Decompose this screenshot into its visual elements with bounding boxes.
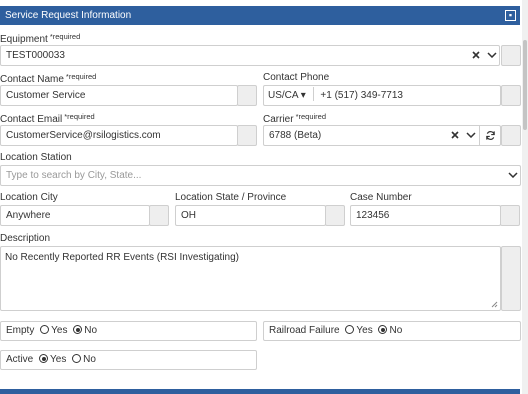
location-state-value: OH: [181, 210, 196, 221]
active-radio-group: Active Yes No: [0, 350, 257, 370]
railroad-failure-yes-radio[interactable]: [345, 325, 355, 334]
contact-email-label: Contact Email *required: [0, 112, 95, 125]
country-select[interactable]: US/CA ▾: [268, 90, 306, 101]
scrollbar[interactable]: [522, 0, 528, 394]
equipment-value: TEST000033: [6, 50, 65, 61]
location-city-label: Location City: [0, 192, 58, 203]
section-header: Service Request Information ▪: [0, 6, 520, 25]
next-section-header: [0, 389, 520, 394]
active-no-radio[interactable]: [72, 354, 82, 363]
active-label: Active: [6, 354, 34, 365]
contact-phone-value: +1 (517) 349-7713: [320, 90, 403, 101]
chevron-down-icon[interactable]: [508, 172, 518, 178]
location-city-value: Anywhere: [6, 210, 51, 221]
case-number-value: 123456: [356, 210, 390, 221]
carrier-side-button[interactable]: [501, 125, 521, 146]
chevron-down-icon[interactable]: [466, 132, 476, 138]
equipment-side-button[interactable]: [501, 45, 521, 66]
location-city-side-button[interactable]: [149, 205, 169, 226]
empty-yes-radio[interactable]: [40, 325, 50, 334]
carrier-label: Carrier *required: [263, 112, 326, 125]
contact-name-input[interactable]: Customer Service: [0, 85, 238, 106]
refresh-icon[interactable]: [485, 130, 496, 141]
case-number-label: Case Number: [350, 192, 412, 203]
active-yes-radio[interactable]: [39, 354, 49, 363]
carrier-value: 6788 (Beta): [269, 130, 322, 141]
equipment-select[interactable]: TEST000033: [0, 45, 500, 66]
chevron-down-icon[interactable]: [487, 52, 497, 58]
clear-icon[interactable]: [451, 131, 459, 139]
contact-email-side-button[interactable]: [237, 125, 257, 146]
empty-radio-group: Empty Yes No: [0, 321, 257, 341]
section-title: Service Request Information: [5, 10, 132, 21]
empty-no-radio[interactable]: [73, 325, 83, 334]
scrollbar-thumb[interactable]: [523, 40, 527, 130]
description-label: Description: [0, 233, 51, 244]
description-textarea[interactable]: No Recently Reported RR Events (RSI Inve…: [0, 246, 501, 311]
railroad-failure-radio-group: Railroad Failure Yes No: [263, 321, 521, 341]
railroad-failure-no-radio[interactable]: [378, 325, 388, 334]
location-state-label: Location State / Province: [175, 192, 287, 203]
equipment-label: Equipment *required: [0, 32, 81, 45]
case-number-side-button[interactable]: [500, 205, 520, 226]
location-state-input[interactable]: OH: [175, 205, 326, 226]
contact-phone-label: Contact Phone: [263, 72, 330, 83]
contact-name-side-button[interactable]: [237, 85, 257, 106]
empty-label: Empty: [6, 325, 35, 336]
description-value: No Recently Reported RR Events (RSI Inve…: [5, 252, 239, 263]
contact-name-label: Contact Name *required: [0, 72, 97, 85]
clear-icon[interactable]: [472, 51, 480, 59]
collapse-button[interactable]: ▪: [505, 10, 516, 21]
location-city-input[interactable]: Anywhere: [0, 205, 150, 226]
railroad-failure-label: Railroad Failure: [269, 325, 340, 336]
contact-name-value: Customer Service: [6, 90, 86, 101]
case-number-input[interactable]: 123456: [350, 205, 501, 226]
resize-grip-icon[interactable]: [491, 301, 498, 308]
contact-email-value: CustomerService@rsilogistics.com: [6, 130, 161, 141]
contact-phone-side-button[interactable]: [501, 85, 521, 106]
location-station-search[interactable]: Type to search by City, State...: [0, 165, 521, 186]
contact-email-input[interactable]: CustomerService@rsilogistics.com: [0, 125, 238, 146]
contact-phone-input[interactable]: US/CA ▾ +1 (517) 349-7713: [263, 85, 501, 106]
description-side-button[interactable]: [501, 246, 521, 311]
location-state-side-button[interactable]: [325, 205, 345, 226]
location-station-label: Location Station: [0, 152, 72, 163]
location-station-placeholder: Type to search by City, State...: [6, 170, 142, 181]
